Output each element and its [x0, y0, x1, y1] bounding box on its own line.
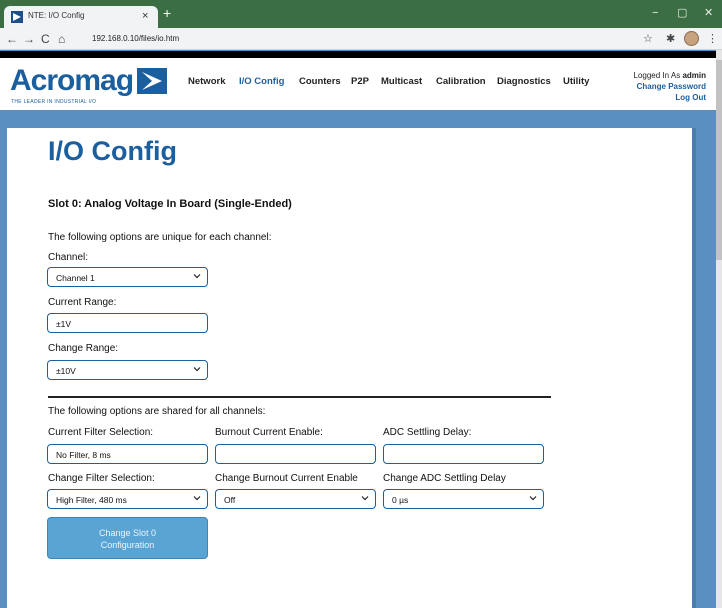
url-field[interactable]: 192.168.0.10/files/io.htm — [92, 34, 179, 43]
user-box: Logged In As admin Change Password Log O… — [634, 70, 707, 103]
top-black-bar — [0, 51, 716, 58]
channel-select[interactable]: Channel 1 — [47, 267, 208, 287]
reload-icon[interactable]: C — [41, 31, 50, 47]
unique-options-intro: The following options are unique for eac… — [48, 232, 272, 243]
minimize-icon[interactable]: − — [652, 6, 658, 20]
nav-calibration[interactable]: Calibration — [436, 76, 486, 87]
submit-line-2: Configuration — [100, 540, 155, 550]
new-tab-icon[interactable]: + — [163, 6, 171, 20]
chevron-down-icon — [193, 274, 201, 279]
browser-tab[interactable]: NTE: I/O Config × — [4, 6, 158, 28]
change-adc-label: Change ADC Settling Delay — [383, 473, 506, 484]
header-band — [0, 110, 716, 128]
change-password-link[interactable]: Change Password — [634, 81, 706, 92]
change-slot-config-button[interactable]: Change Slot 0 Configuration — [47, 517, 208, 559]
current-range-value: ±1V — [56, 319, 72, 329]
change-range-select[interactable]: ±10V — [47, 360, 208, 380]
current-filter-value: No Filter, 8 ms — [56, 450, 111, 460]
nav-utility[interactable]: Utility — [563, 76, 589, 87]
slot-title: Slot 0: Analog Voltage In Board (Single-… — [48, 198, 292, 210]
close-window-icon[interactable]: ✕ — [704, 6, 713, 20]
nav-multicast[interactable]: Multicast — [381, 76, 422, 87]
acromag-logo[interactable]: Acromag — [10, 65, 134, 97]
change-filter-value: High Filter, 480 ms — [56, 495, 127, 505]
change-filter-label: Change Filter Selection: — [48, 473, 155, 484]
nav-counters[interactable]: Counters — [299, 76, 341, 87]
logged-in-prefix: Logged In As — [633, 71, 683, 80]
chevron-down-icon — [529, 496, 537, 501]
tab-close-icon[interactable]: × — [142, 9, 148, 23]
current-range-label: Current Range: — [48, 297, 117, 308]
nav-p2p[interactable]: P2P — [351, 76, 369, 87]
current-filter-label: Current Filter Selection: — [48, 427, 154, 438]
extensions-icon[interactable]: ✱ — [666, 31, 675, 47]
change-range-label: Change Range: — [48, 343, 119, 354]
shared-options-intro: The following options are shared for all… — [48, 406, 266, 417]
change-range-value: ±10V — [56, 366, 76, 376]
profile-avatar[interactable] — [684, 31, 699, 46]
chevron-down-icon — [193, 367, 201, 372]
logout-link[interactable]: Log Out — [634, 92, 706, 103]
adc-delay-field — [383, 444, 544, 464]
submit-line-1: Change Slot 0 — [98, 528, 157, 538]
current-range-field: ±1V — [47, 313, 208, 333]
scrollbar-thumb[interactable] — [716, 60, 722, 260]
section-divider — [48, 396, 551, 398]
logged-in-text: Logged In As admin — [634, 70, 707, 81]
burnout-field — [215, 444, 376, 464]
current-filter-field: No Filter, 8 ms — [47, 444, 208, 464]
chevron-down-icon — [193, 496, 201, 501]
page-title: I/O Config — [48, 136, 177, 166]
nav-network[interactable]: Network — [188, 76, 225, 87]
nav-diagnostics[interactable]: Diagnostics — [497, 76, 551, 87]
change-adc-select[interactable]: 0 µs — [383, 489, 544, 509]
burnout-label: Burnout Current Enable: — [215, 427, 323, 438]
tab-title: NTE: I/O Config — [28, 11, 85, 20]
browser-menu-icon[interactable]: ⋮ — [707, 31, 718, 47]
channel-select-value: Channel 1 — [56, 273, 95, 283]
forward-icon[interactable]: → — [23, 31, 35, 47]
change-filter-select[interactable]: High Filter, 480 ms — [47, 489, 208, 509]
acromag-logo-mark-icon — [137, 68, 167, 94]
logo-tagline: THE LEADER IN INDUSTRIAL I/O — [11, 99, 97, 105]
bookmark-star-icon[interactable]: ☆ — [643, 31, 653, 47]
acromag-favicon-icon — [11, 11, 23, 23]
username: admin — [682, 71, 706, 80]
change-burnout-label: Change Burnout Current Enable — [215, 473, 358, 484]
home-icon[interactable]: ⌂ — [58, 31, 65, 47]
channel-label: Channel: — [48, 252, 89, 263]
change-burnout-value: Off — [224, 495, 236, 505]
change-burnout-select[interactable]: Off — [215, 489, 376, 509]
change-adc-value: 0 µs — [392, 495, 409, 505]
nav-io-config[interactable]: I/O Config — [239, 76, 284, 87]
chevron-down-icon — [361, 496, 369, 501]
site-header: Acromag THE LEADER IN INDUSTRIAL I/O Net… — [0, 58, 716, 110]
maximize-icon[interactable]: ▢ — [677, 6, 687, 20]
adc-delay-label: ADC Settling Delay: — [383, 427, 472, 438]
back-icon[interactable]: ← — [6, 31, 18, 47]
